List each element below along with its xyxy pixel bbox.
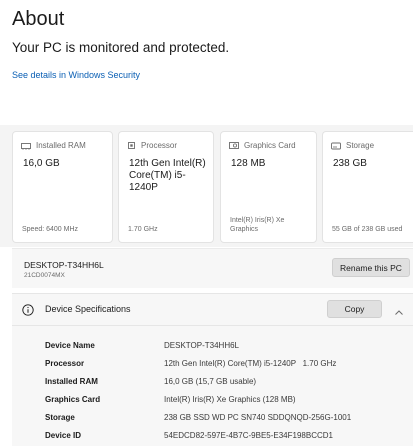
device-specifications-header[interactable]: Device Specifications Copy <box>12 294 413 324</box>
divider <box>12 325 413 326</box>
spec-label: Graphics Card <box>45 395 101 404</box>
spec-value: 54EDCD82-597E-4B7C-9BE5-E34F198BCCD1 <box>164 431 333 440</box>
spec-row-processor: Processor 12th Gen Intel(R) Core(TM) i5-… <box>12 356 413 374</box>
rename-pc-button[interactable]: Rename this PC <box>332 258 410 277</box>
storage-card-label: Storage <box>346 141 375 150</box>
graphics-card-label: Graphics Card <box>244 141 296 150</box>
graphics-card-value: 128 MB <box>231 158 266 169</box>
device-name: DESKTOP-T34HH6L <box>24 260 104 270</box>
spec-row-storage: Storage 238 GB SSD WD PC SN740 SDDQNQD-2… <box>12 410 413 428</box>
windows-security-link[interactable]: See details in Windows Security <box>12 70 140 80</box>
spec-value: 12th Gen Intel(R) Core(TM) i5-1240P 1.70… <box>164 359 337 368</box>
spec-row-graphics-card: Graphics Card Intel(R) Iris(R) Xe Graphi… <box>12 392 413 410</box>
protection-status: Your PC is monitored and protected. <box>12 40 230 55</box>
ram-card-label: Installed RAM <box>36 141 86 150</box>
copy-button[interactable]: Copy <box>327 300 382 318</box>
spec-row-device-name: Device Name DESKTOP-T34HH6L <box>12 338 413 356</box>
info-icon <box>22 303 34 321</box>
spec-row-device-id: Device ID 54EDCD82-597E-4B7C-9BE5-E34F19… <box>12 428 413 446</box>
processor-card: Processor 12th Gen Intel(R) Core(TM) i5-… <box>118 131 214 243</box>
spec-label: Storage <box>45 413 75 422</box>
device-model: 21CD0074MX <box>24 272 65 279</box>
spec-row-installed-ram: Installed RAM 16,0 GB (15,7 GB usable) <box>12 374 413 392</box>
processor-icon <box>127 141 136 150</box>
graphics-card-card: Graphics Card 128 MB Intel(R) Iris(R) Xe… <box>220 131 317 243</box>
spec-value: DESKTOP-T34HH6L <box>164 341 239 350</box>
processor-card-label: Processor <box>141 141 178 150</box>
device-specifications-panel: Device Specifications Copy Device Name D… <box>12 293 413 446</box>
spec-value: 16,0 GB (15,7 GB usable) <box>164 377 257 386</box>
spec-label: Device Name <box>45 341 95 350</box>
storage-icon <box>331 142 341 150</box>
ram-icon <box>21 142 31 150</box>
ram-card-footer: Speed: 6400 MHz <box>22 226 79 233</box>
graphics-card-footer: Intel(R) Iris(R) Xe Graphics <box>230 217 285 233</box>
storage-card-value: 238 GB <box>333 158 367 169</box>
page-title: About <box>12 8 65 30</box>
storage-card-footer: 55 GB of 238 GB used <box>332 226 403 233</box>
spec-label: Device ID <box>45 431 82 440</box>
spec-value: 238 GB SSD WD PC SN740 SDDQNQD-256G-1001 <box>164 413 352 422</box>
device-name-row: DESKTOP-T34HH6L 21CD0074MX Rename this P… <box>12 248 413 288</box>
ram-card-value: 16,0 GB <box>23 158 60 169</box>
device-specifications-title: Device Specifications <box>45 304 131 314</box>
spec-value: Intel(R) Iris(R) Xe Graphics (128 MB) <box>164 395 296 404</box>
storage-card: Storage 238 GB 55 GB of 238 GB used <box>322 131 413 243</box>
spec-label: Processor <box>45 359 85 368</box>
chevron-up-icon[interactable] <box>394 304 404 322</box>
processor-card-value: 12th Gen Intel(R) Core(TM) i5-1240P <box>129 158 206 193</box>
ram-card: Installed RAM 16,0 GB Speed: 6400 MHz <box>12 131 113 243</box>
processor-card-footer: 1.70 GHz <box>128 226 158 233</box>
graphics-card-icon <box>229 141 239 150</box>
spec-label: Installed RAM <box>45 377 98 386</box>
